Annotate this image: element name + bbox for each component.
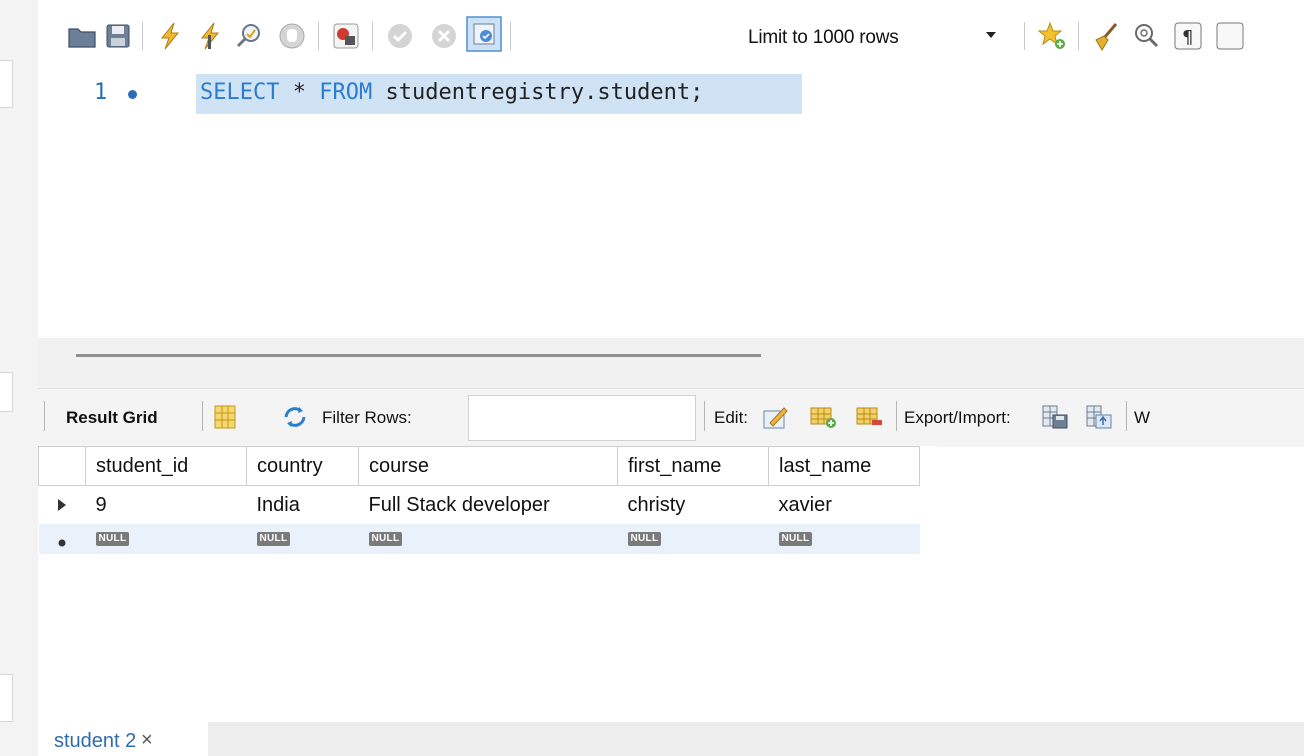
left-gutter-tab [0, 674, 13, 722]
table-row[interactable]: 9 India Full Stack developer christy xav… [39, 486, 920, 525]
add-row-icon[interactable] [808, 403, 838, 431]
filter-rows-input[interactable] [468, 395, 696, 441]
find-icon[interactable] [1130, 20, 1162, 52]
toolbar-separator [896, 401, 897, 431]
null-cell[interactable]: NULL [85, 524, 247, 554]
null-badge: NULL [95, 532, 130, 546]
column-header-country[interactable]: country [246, 446, 359, 486]
toolbar-separator [510, 22, 511, 50]
explain-icon[interactable] [234, 20, 266, 52]
limit-rows-select-value: Limit to 1000 rows [748, 27, 899, 48]
toggle-error-icon[interactable] [330, 20, 362, 52]
editor-horizontal-scrollbar[interactable] [76, 354, 761, 357]
sql-query-text: SELECT * FROM studentregistry.student; [200, 80, 703, 105]
null-cell[interactable]: NULL [617, 524, 769, 554]
close-icon[interactable]: × [141, 729, 153, 752]
statement-marker-dot [128, 90, 137, 99]
sql-keyword-from: FROM [319, 80, 373, 105]
cell-first-name[interactable]: christy [618, 486, 769, 525]
svg-text:¶: ¶ [1182, 27, 1193, 48]
toolbar-separator [1024, 22, 1025, 50]
toolbar-separator [44, 401, 45, 431]
row-indicator-header [38, 446, 86, 486]
save-icon[interactable] [102, 20, 134, 52]
left-gutter-tab [0, 60, 13, 108]
panel-splitter[interactable] [38, 338, 1304, 388]
grid-layout-icon[interactable] [210, 403, 240, 431]
null-badge: NULL [778, 532, 813, 546]
cell-last-name[interactable]: xavier [769, 486, 920, 525]
sql-table-ref: studentregistry.student; [372, 80, 704, 105]
line-number: 1 [94, 80, 108, 105]
row-pointer-icon [39, 486, 86, 525]
wrap-cell-label: W [1134, 408, 1151, 427]
null-badge: NULL [368, 532, 403, 546]
cell-country[interactable]: India [247, 486, 359, 525]
cell-course[interactable]: Full Stack developer [359, 486, 618, 525]
toolbar-separator [704, 401, 705, 431]
filter-rows-label: Filter Rows: [322, 408, 412, 427]
cell-student-id[interactable]: 9 [86, 486, 247, 525]
column-header-course[interactable]: course [358, 446, 618, 486]
column-header-student-id[interactable]: student_id [85, 446, 247, 486]
left-gutter [0, 0, 38, 756]
sql-keyword-select: SELECT [200, 80, 280, 105]
delete-row-icon[interactable] [854, 403, 884, 431]
open-folder-icon[interactable] [66, 20, 98, 52]
left-gutter-tab [0, 372, 13, 412]
result-grid-toolbar: Result Grid Filter Rows: Edit: Export/Im… [38, 388, 1304, 447]
toolbar-separator [1126, 401, 1127, 431]
wrap-icon[interactable] [1214, 20, 1246, 52]
sql-selected-line[interactable]: SELECT * FROM studentregistry.student; [196, 74, 802, 114]
new-row-marker-icon [38, 524, 86, 554]
edit-label: Edit: [714, 408, 749, 427]
result-table: student_id country course first_name las… [38, 446, 920, 554]
stop-icon[interactable] [276, 20, 308, 52]
toolbar-separator [318, 22, 319, 50]
rollback-icon[interactable] [428, 20, 460, 52]
sql-editor-toolbar: Limit to 1000 rows ¶ [38, 0, 1304, 70]
limit-rows-select[interactable]: Limit to 1000 rows [736, 18, 1006, 56]
null-cell[interactable]: NULL [768, 524, 920, 554]
toolbar-separator [142, 22, 143, 50]
chevron-down-icon [986, 32, 996, 38]
result-grid-tab[interactable]: Result Grid [66, 408, 158, 428]
toolbar-separator [202, 401, 203, 431]
toolbar-separator [1078, 22, 1079, 50]
null-badge: NULL [256, 532, 291, 546]
result-tab-label: student 2 [54, 730, 137, 752]
result-tab-strip: student 2 × [38, 722, 1304, 756]
null-badge: NULL [627, 532, 662, 546]
commit-icon[interactable] [384, 20, 416, 52]
toolbar-separator [372, 22, 373, 50]
column-header-last-name[interactable]: last_name [768, 446, 920, 486]
null-cell[interactable]: NULL [358, 524, 618, 554]
edit-cell-icon[interactable] [760, 403, 790, 431]
result-tab-student-2[interactable]: student 2 × [38, 722, 208, 756]
invisible-chars-icon[interactable]: ¶ [1172, 20, 1204, 52]
sql-editor[interactable]: 1 SELECT * FROM studentregistry.student; [38, 70, 1304, 338]
new-row[interactable]: NULL NULL NULL NULL NULL [38, 524, 920, 554]
result-grid[interactable]: student_id country course first_name las… [38, 446, 938, 566]
autocommit-icon[interactable] [466, 16, 502, 52]
header-row: student_id country course first_name las… [38, 446, 920, 486]
export-import-label: Export/Import: [904, 408, 1011, 427]
export-icon[interactable] [1040, 403, 1070, 431]
import-icon[interactable] [1084, 403, 1114, 431]
beautify-icon[interactable] [1090, 20, 1122, 52]
execute-icon[interactable] [154, 20, 186, 52]
execute-current-icon[interactable] [194, 20, 226, 52]
null-cell[interactable]: NULL [246, 524, 359, 554]
refresh-icon[interactable] [280, 403, 310, 431]
column-header-first-name[interactable]: first_name [617, 446, 769, 486]
sql-star: * [279, 80, 320, 105]
add-snippet-icon[interactable] [1036, 20, 1068, 52]
